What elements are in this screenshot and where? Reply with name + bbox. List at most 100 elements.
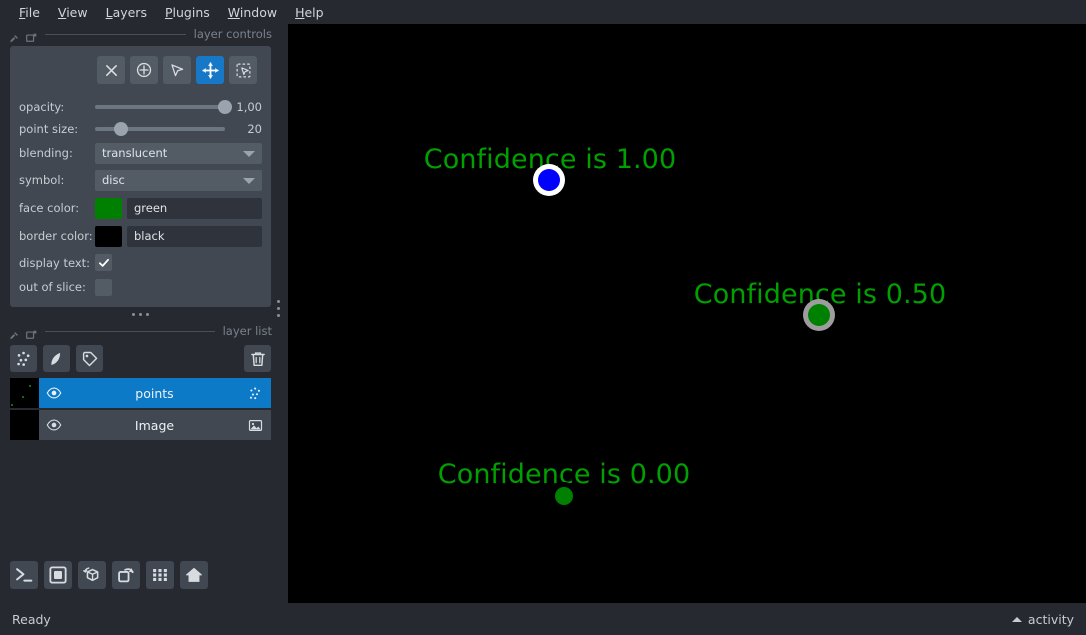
- dock-title-rule: [45, 33, 186, 35]
- dock-title-rule: [45, 330, 215, 332]
- ndisplay-3d-button[interactable]: [78, 561, 106, 589]
- menu-view[interactable]: View: [49, 3, 97, 22]
- border-color-input[interactable]: black: [127, 225, 262, 247]
- menu-file[interactable]: File: [10, 3, 49, 22]
- face-color-swatch[interactable]: [95, 197, 122, 219]
- add-points-button[interactable]: [130, 56, 158, 84]
- point-size-label: point size:: [19, 122, 79, 136]
- grid-view-button[interactable]: [146, 561, 174, 589]
- napari-window: File View Layers Plugins Window Help lay…: [0, 0, 1086, 635]
- point-size-slider[interactable]: [95, 121, 225, 137]
- point-marker-0[interactable]: [538, 169, 560, 191]
- x-icon: [105, 64, 117, 76]
- symbol-dropdown[interactable]: disc: [95, 169, 262, 191]
- console-button[interactable]: [10, 561, 38, 589]
- float-dock-icon[interactable]: [9, 326, 20, 340]
- menu-layers[interactable]: Layers: [97, 3, 156, 22]
- face-color-input[interactable]: green: [127, 197, 262, 219]
- out-of-slice-checkbox[interactable]: [95, 278, 112, 296]
- points-tool-row: [19, 56, 262, 84]
- menu-help[interactable]: Help: [286, 3, 333, 22]
- cursor-icon: [170, 63, 183, 76]
- layer-thumbnail-image: [10, 410, 39, 440]
- layer-type-icon-image: [246, 418, 263, 433]
- new-shapes-layer-button[interactable]: [43, 345, 70, 372]
- out-of-slice-label: out of slice:: [19, 280, 86, 294]
- cube-3d-icon: [83, 567, 99, 582]
- layer-visibility-toggle-image[interactable]: [46, 417, 63, 433]
- viewer-canvas[interactable]: Confidence is 1.00 Confidence is 0.50 Co…: [288, 24, 1086, 603]
- face-color-label: face color:: [19, 201, 80, 215]
- select-points-button[interactable]: [163, 56, 191, 84]
- image-icon: [248, 419, 263, 431]
- point-marker-1[interactable]: [808, 304, 830, 326]
- viewer-button-bar: [10, 561, 208, 589]
- opacity-row: opacity: 1,00: [19, 96, 262, 118]
- opacity-slider[interactable]: [95, 99, 232, 115]
- delete-selected-points-button[interactable]: [97, 56, 125, 84]
- blending-row: blending: translucent: [19, 140, 262, 166]
- grid-icon: [153, 569, 167, 581]
- terminal-icon: [16, 568, 33, 582]
- layer-controls-label: layer controls: [193, 27, 272, 41]
- close-dock-icon[interactable]: [26, 326, 37, 339]
- border-color-row: border color: black: [19, 222, 262, 250]
- menu-bar: File View Layers Plugins Window Help: [0, 0, 1086, 24]
- point-text-2: Confidence is 0.00: [437, 459, 691, 490]
- opacity-value: 1,00: [236, 100, 262, 114]
- shapes-icon: [50, 352, 60, 365]
- layer-row-image[interactable]: Image: [10, 410, 271, 440]
- points-icon: [16, 351, 29, 366]
- new-points-layer-button[interactable]: [10, 345, 37, 372]
- display-text-row: display text:: [19, 250, 262, 275]
- chevron-down-icon: [243, 150, 255, 157]
- opacity-groove: [95, 105, 225, 109]
- point-size-handle[interactable]: [114, 122, 128, 136]
- point-marker-2[interactable]: [555, 487, 573, 505]
- plus-circle-icon: [136, 62, 152, 78]
- display-text-label: display text:: [19, 255, 91, 270]
- opacity-label: opacity:: [19, 100, 65, 114]
- blending-value: translucent: [102, 146, 168, 160]
- out-of-slice-row: out of slice:: [19, 275, 262, 299]
- close-dock-icon[interactable]: [26, 29, 37, 42]
- roll-dims-button[interactable]: [112, 561, 140, 589]
- activity-label: activity: [1027, 611, 1074, 627]
- main-splitter-handle[interactable]: [277, 300, 280, 317]
- border-color-swatch[interactable]: [95, 225, 122, 247]
- layer-visibility-toggle-points[interactable]: [46, 385, 63, 401]
- opacity-handle[interactable]: [218, 100, 232, 114]
- layer-list-button-row: [10, 345, 271, 372]
- menu-window[interactable]: Window: [219, 3, 286, 22]
- new-labels-layer-button[interactable]: [76, 345, 103, 372]
- menu-plugins[interactable]: Plugins: [156, 3, 219, 22]
- display-text-checkbox[interactable]: [95, 254, 112, 271]
- triangle-up-icon: [1011, 616, 1022, 622]
- pan-zoom-button[interactable]: [196, 56, 224, 84]
- status-message: Ready: [12, 611, 51, 627]
- layer-list-label: layer list: [222, 324, 272, 338]
- layer-name-image: Image: [134, 417, 175, 433]
- layer-name-points: points: [135, 385, 174, 401]
- activity-button[interactable]: activity: [1011, 611, 1074, 627]
- point-size-row: point size: 20: [19, 118, 262, 140]
- status-bar: Ready activity: [0, 603, 1086, 635]
- home-button[interactable]: [180, 561, 208, 589]
- labels-icon: [82, 351, 97, 366]
- transform-button[interactable]: [229, 56, 257, 84]
- blending-dropdown[interactable]: translucent: [95, 142, 262, 164]
- layer-row-points[interactable]: points: [10, 378, 271, 408]
- layer-controls-title-bar: layer controls: [0, 24, 280, 44]
- dock-splitter-handle[interactable]: [0, 307, 280, 321]
- check-icon: [98, 258, 109, 267]
- layer-list-title-bar: layer list: [0, 321, 280, 341]
- trash-icon: [250, 351, 265, 366]
- float-dock-icon[interactable]: [9, 29, 20, 43]
- layer-type-icon-points: [246, 386, 263, 401]
- roll-icon: [118, 568, 134, 583]
- delete-layer-button[interactable]: [244, 345, 271, 372]
- point-size-value: 20: [247, 122, 262, 136]
- move-icon: [201, 61, 219, 79]
- square-2d-icon: [49, 566, 67, 584]
- ndisplay-button[interactable]: [44, 561, 72, 589]
